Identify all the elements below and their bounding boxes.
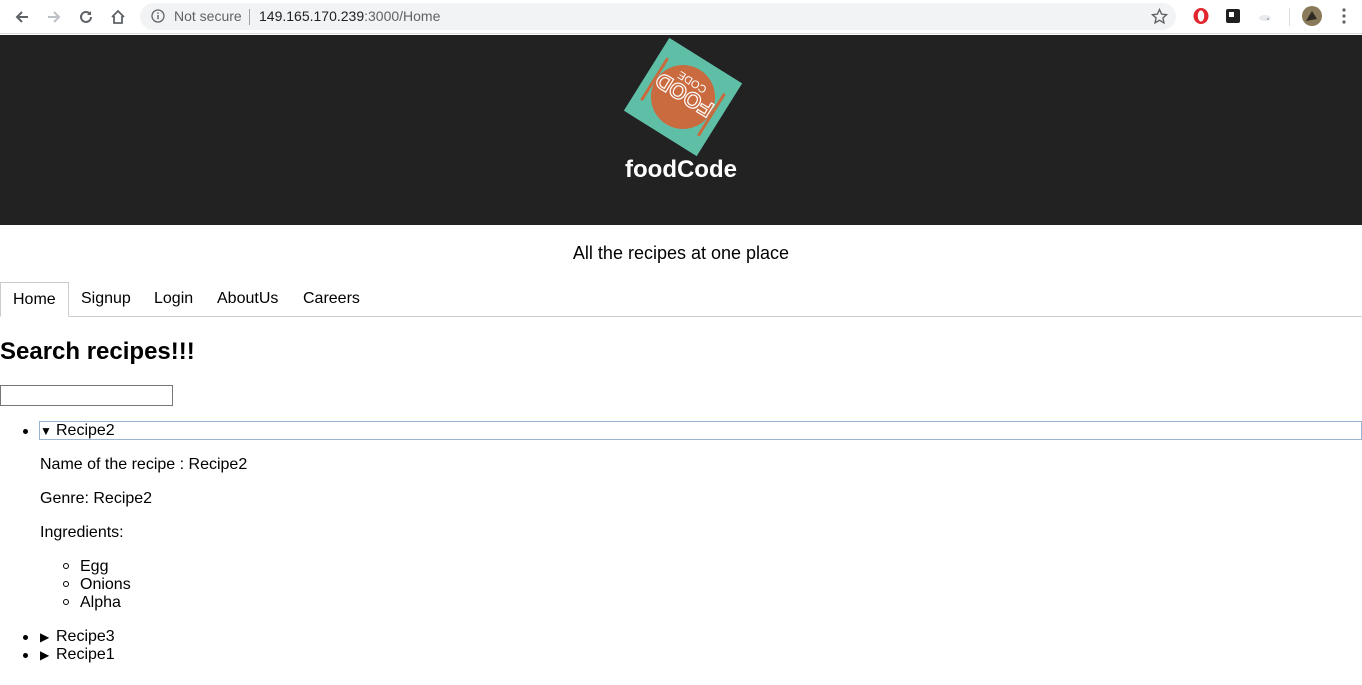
home-icon[interactable] bbox=[106, 5, 130, 29]
ingredient-item: Egg bbox=[80, 558, 109, 575]
tab-aboutus[interactable]: AboutUs bbox=[205, 282, 290, 317]
list-bullet bbox=[63, 581, 69, 587]
browser-toolbar: Not secure 149.165.170.239:3000/Home bbox=[0, 0, 1362, 34]
ingredient-item: Onions bbox=[80, 576, 131, 593]
tab-login[interactable]: Login bbox=[142, 282, 205, 317]
tab-careers[interactable]: Careers bbox=[291, 282, 372, 317]
recipe-summary-collapsed[interactable]: ▶ Recipe3 bbox=[40, 628, 115, 646]
back-icon[interactable] bbox=[10, 5, 34, 29]
list-bullet bbox=[23, 635, 28, 640]
url-text[interactable]: 149.165.170.239:3000/Home bbox=[259, 9, 440, 24]
list-bullet bbox=[63, 599, 69, 605]
avatar-icon[interactable] bbox=[1302, 6, 1322, 26]
extension-icon[interactable] bbox=[1224, 7, 1242, 25]
recipe-title: Recipe1 bbox=[56, 646, 115, 663]
search-input[interactable] bbox=[0, 385, 173, 406]
recipe-genre-line: Genre: Recipe2 bbox=[40, 490, 153, 507]
star-icon[interactable] bbox=[1151, 8, 1168, 25]
omnibox-divider bbox=[249, 9, 250, 25]
opera-icon[interactable] bbox=[1192, 7, 1210, 25]
site-title: foodCode bbox=[625, 156, 737, 183]
list-bullet bbox=[63, 563, 69, 569]
logo[interactable]: FOOD CODE bbox=[623, 37, 743, 157]
toolbar-divider bbox=[1289, 8, 1290, 26]
forward-icon[interactable] bbox=[42, 5, 66, 29]
recipe-summary-expanded[interactable]: ▼ Recipe2 bbox=[39, 421, 1362, 440]
reload-icon[interactable] bbox=[74, 5, 98, 29]
search-title: Search recipes!!! bbox=[0, 338, 195, 365]
triangle-right-icon: ▶ bbox=[40, 648, 50, 662]
info-icon[interactable] bbox=[151, 9, 165, 23]
recipe-title: Recipe3 bbox=[56, 628, 115, 645]
recipe-name-line: Name of the recipe : Recipe2 bbox=[40, 456, 248, 473]
menu-icon[interactable] bbox=[1336, 7, 1352, 25]
ingredients-label: Ingredients: bbox=[40, 524, 124, 541]
recipe-summary-collapsed[interactable]: ▶ Recipe1 bbox=[40, 646, 115, 664]
list-bullet bbox=[23, 429, 28, 434]
security-label: Not secure bbox=[174, 8, 242, 24]
ingredient-item: Alpha bbox=[80, 594, 121, 611]
tab-home[interactable]: Home bbox=[0, 282, 69, 317]
cloud-icon[interactable] bbox=[1256, 7, 1274, 25]
triangle-right-icon: ▶ bbox=[40, 630, 50, 644]
site-header: FOOD CODE foodCode bbox=[0, 35, 1362, 225]
nav-tabs: Home Signup Login AboutUs Careers bbox=[0, 282, 1362, 317]
list-bullet bbox=[23, 653, 28, 658]
recipe-title: Recipe2 bbox=[56, 422, 115, 439]
address-bar[interactable]: Not secure 149.165.170.239:3000/Home bbox=[140, 3, 1176, 30]
tagline: All the recipes at one place bbox=[572, 243, 790, 263]
triangle-down-icon: ▼ bbox=[40, 424, 52, 438]
tab-signup[interactable]: Signup bbox=[69, 282, 143, 317]
